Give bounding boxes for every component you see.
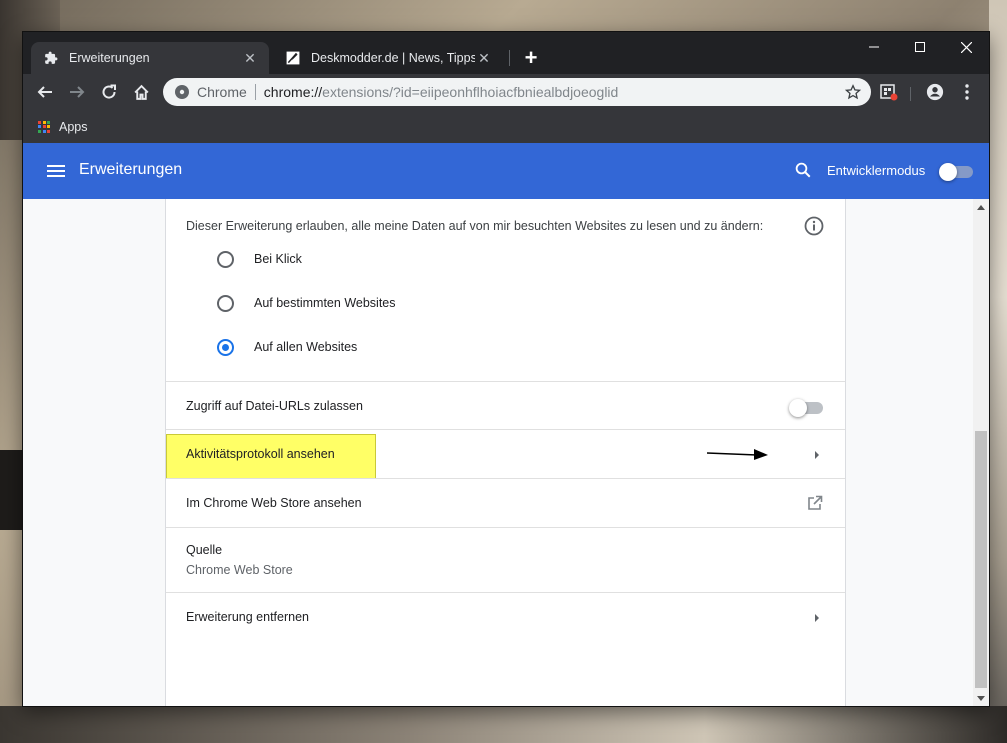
close-icon [960,41,972,53]
open-in-new-icon[interactable] [807,495,825,513]
radio-button[interactable] [217,294,234,312]
chrome-page-icon [175,85,189,99]
address-bar[interactable]: Chrome chrome://extensions/?id=eiipeonhf… [163,78,871,106]
divider [166,478,845,479]
desktop-background-shelf [0,450,23,530]
extension-details-card: Dieser Erweiterung erlauben, alle meine … [165,199,846,706]
account-circle-icon [926,83,944,101]
divider [166,381,845,382]
tab-erweiterungen[interactable]: Erweiterungen ✕ [31,42,269,74]
scroll-down-arrow-icon[interactable] [973,690,989,706]
hamburger-menu-icon[interactable] [47,160,67,182]
extension-action-icon [880,84,898,101]
feather-icon [285,50,301,66]
file-urls-label: Zugriff auf Datei-URLs zulassen [186,399,363,413]
reload-button[interactable] [97,80,121,104]
info-icon[interactable] [804,216,824,236]
new-tab-button[interactable]: + [519,45,543,70]
chevron-right-icon[interactable] [812,613,822,623]
radio-option-bei-klick[interactable]: Bei Klick [217,249,302,269]
desktop-background-bottom [0,706,1007,743]
developer-mode-label: Entwicklermodus [827,163,926,178]
profile-button[interactable] [923,80,947,104]
apps-grid-icon [38,120,50,133]
site-access-prompt: Dieser Erweiterung erlauben, alle meine … [186,219,764,233]
bookmark-star-icon[interactable] [843,82,863,102]
developer-mode-toggle[interactable] [939,163,973,181]
radio-option-bestimmte-websites[interactable]: Auf bestimmten Websites [217,293,396,313]
radio-label: Auf allen Websites [254,340,358,354]
close-icon[interactable]: ✕ [475,49,493,67]
radio-option-allen-websites[interactable]: Auf allen Websites [217,337,357,357]
site-label: Chrome [197,84,247,100]
radio-label: Auf bestimmten Websites [254,296,396,310]
tab-label: Erweiterungen [69,51,150,65]
radio-button-checked[interactable] [217,338,234,356]
file-urls-toggle[interactable] [789,399,823,417]
window-close-button[interactable] [943,32,989,62]
radio-button[interactable] [217,250,234,268]
browser-toolbar: Chrome chrome://extensions/?id=eiipeonhf… [23,74,989,110]
scrollbar-thumb[interactable] [975,431,987,688]
divider [166,527,845,528]
web-store-link[interactable]: Im Chrome Web Store ansehen [186,496,362,510]
tab-strip: Erweiterungen ✕ Deskmodder.de | News, Ti… [23,32,989,74]
puzzle-icon [43,50,59,66]
browser-window: Erweiterungen ✕ Deskmodder.de | News, Ti… [23,32,989,706]
tab-label: Deskmodder.de | News, Tipps und [311,51,475,65]
maximize-icon [915,42,925,52]
back-arrow-icon [37,86,52,98]
reload-icon [102,84,116,99]
remove-extension-link[interactable]: Erweiterung entfernen [186,610,309,624]
search-icon[interactable] [794,161,814,181]
forward-button[interactable] [65,80,89,104]
tab-deskmodder[interactable]: Deskmodder.de | News, Tipps und ✕ [273,42,503,74]
toolbar-separator [910,87,911,101]
extensions-header: Erweiterungen Entwicklermodus [23,143,989,199]
toggle-knob [789,399,807,417]
bookmark-apps[interactable]: Apps [38,120,88,134]
divider [166,429,845,430]
forward-arrow-icon [70,86,85,98]
minimize-button[interactable] [851,32,897,62]
back-button[interactable] [33,80,57,104]
minimize-icon [869,46,879,48]
page-title: Erweiterungen [79,161,183,178]
source-label: Quelle [186,543,223,557]
maximize-button[interactable] [897,32,943,62]
url-scheme: chrome:// [263,84,323,100]
radio-label: Bei Klick [254,252,302,266]
chevron-right-icon[interactable] [812,450,822,460]
tab-separator [509,50,510,66]
annotation-arrow-icon [707,449,768,460]
more-vert-icon [965,84,969,100]
divider [166,592,845,593]
desktop-background-right [989,0,1007,743]
url-text: chrome://extensions/?id=eiipeonhflhoiacf… [264,84,843,100]
scroll-up-arrow-icon[interactable] [973,199,989,215]
home-button[interactable] [129,80,153,104]
source-value: Chrome Web Store [186,563,293,577]
omnibox-divider [254,84,256,100]
page-scrollbar[interactable] [973,199,989,706]
activity-log-link[interactable]: Aktivitätsprotokoll ansehen [186,447,335,461]
apps-label: Apps [59,119,88,134]
extension-details-content: Dieser Erweiterung erlauben, alle meine … [23,199,989,706]
menu-button[interactable] [955,80,979,104]
home-icon [133,84,149,100]
toggle-knob [939,163,957,181]
close-icon[interactable]: ✕ [241,49,259,67]
bookmarks-bar: Apps [23,110,989,143]
extension-action-button[interactable] [877,80,901,104]
url-rest: extensions/?id=eiipeonhflhoiacfbniealbdj… [322,84,619,100]
